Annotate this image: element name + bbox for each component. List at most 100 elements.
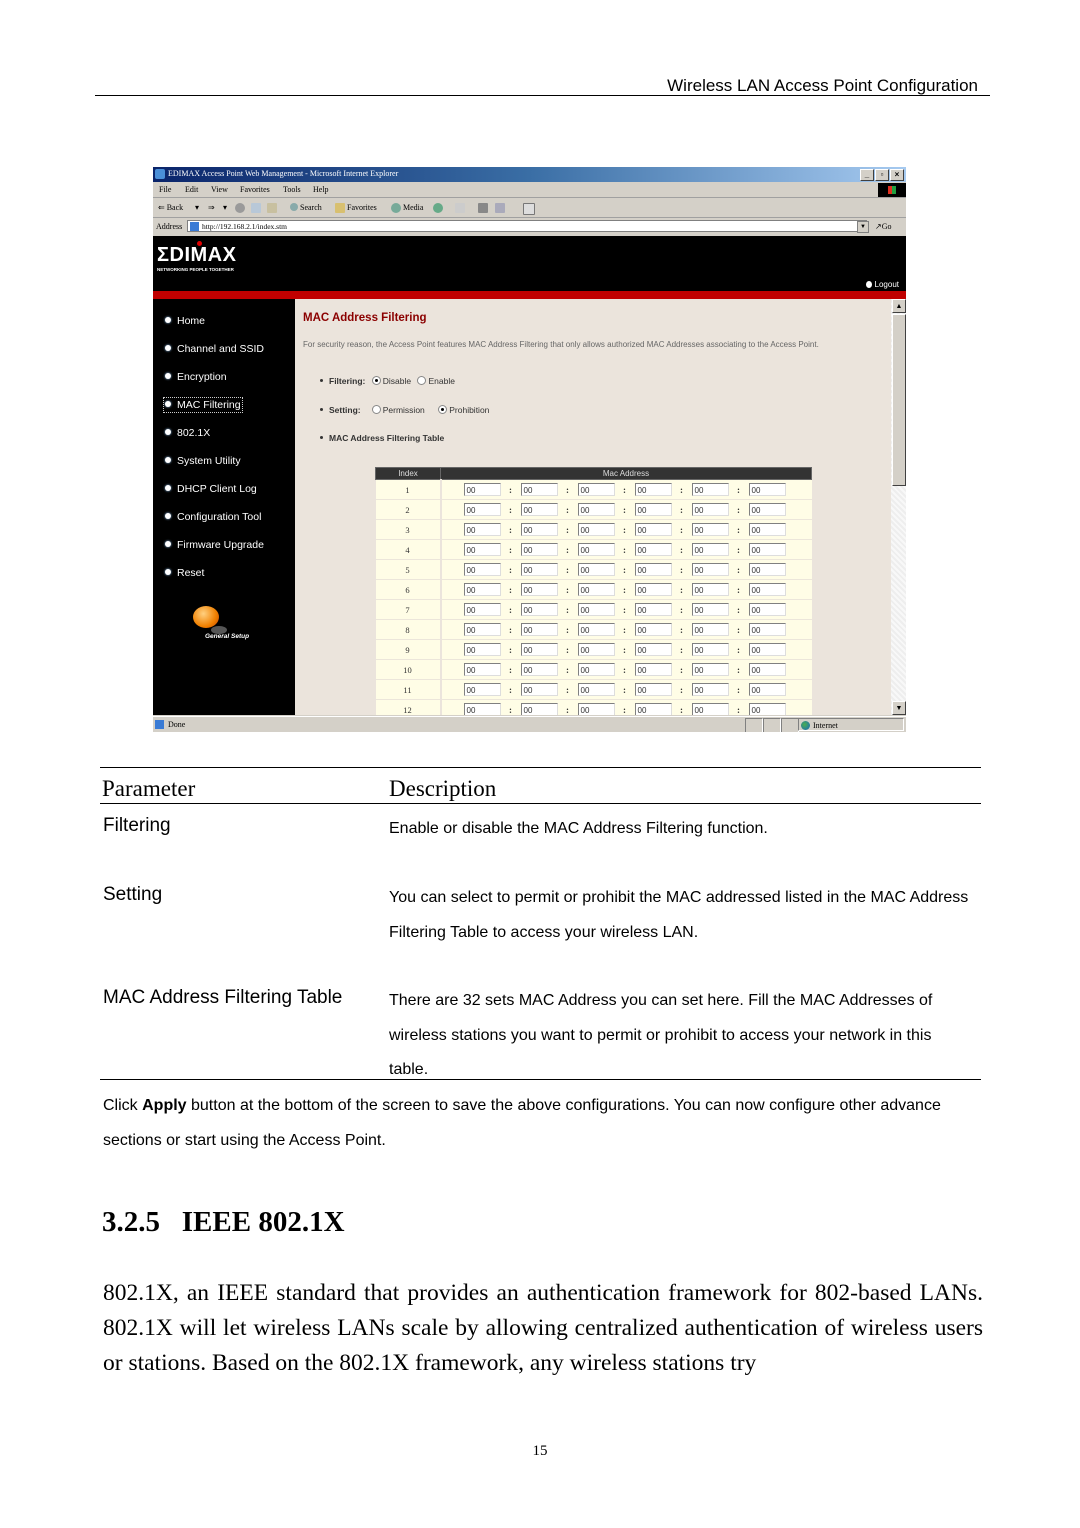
address-dropdown-icon[interactable]: ▼ [857, 221, 869, 233]
home-icon[interactable] [267, 203, 277, 213]
scroll-thumb[interactable] [892, 314, 906, 486]
menu-help[interactable]: Help [313, 185, 329, 194]
filtering-enable-radio[interactable] [417, 376, 427, 385]
nav-system-utility[interactable]: System Utility [165, 455, 241, 467]
scroll-up-button[interactable]: ▲ [892, 299, 906, 313]
back-dropdown[interactable]: ▾ [195, 203, 199, 212]
mac-octet-input[interactable]: 00 [577, 643, 615, 656]
mac-octet-input[interactable]: 00 [634, 543, 672, 556]
mac-octet-input[interactable]: 00 [463, 683, 501, 696]
mac-octet-input[interactable]: 00 [748, 583, 786, 596]
mac-octet-input[interactable]: 00 [463, 543, 501, 556]
mac-octet-input[interactable]: 00 [634, 583, 672, 596]
mac-octet-input[interactable]: 00 [691, 523, 729, 536]
setting-prohibition-radio[interactable] [438, 405, 448, 414]
mac-octet-input[interactable]: 00 [691, 603, 729, 616]
history-icon[interactable] [433, 203, 443, 213]
mac-octet-input[interactable]: 00 [748, 703, 786, 715]
menu-view[interactable]: View [211, 185, 228, 194]
mac-octet-input[interactable]: 00 [520, 703, 558, 715]
nav-configuration-tool[interactable]: Configuration Tool [165, 511, 261, 523]
mac-octet-input[interactable]: 00 [634, 683, 672, 696]
mac-octet-input[interactable]: 00 [691, 663, 729, 676]
mac-octet-input[interactable]: 00 [691, 683, 729, 696]
mac-octet-input[interactable]: 00 [577, 703, 615, 715]
mac-octet-input[interactable]: 00 [691, 543, 729, 556]
back-button[interactable]: ⇐ Back [158, 203, 183, 212]
mac-octet-input[interactable]: 00 [634, 623, 672, 636]
setting-permission-radio[interactable] [371, 405, 381, 414]
mac-octet-input[interactable]: 00 [463, 643, 501, 656]
forward-dropdown[interactable]: ▾ [223, 203, 227, 212]
logout-link[interactable]: Logout [865, 280, 899, 289]
mac-octet-input[interactable]: 00 [577, 563, 615, 576]
mac-octet-input[interactable]: 00 [634, 663, 672, 676]
mac-octet-input[interactable]: 00 [577, 483, 615, 496]
mac-octet-input[interactable]: 00 [748, 663, 786, 676]
mac-octet-input[interactable]: 00 [577, 683, 615, 696]
mac-octet-input[interactable]: 00 [520, 683, 558, 696]
minimize-button[interactable]: _ [860, 169, 874, 181]
search-button[interactable]: Search [300, 203, 322, 212]
mac-octet-input[interactable]: 00 [520, 543, 558, 556]
mac-octet-input[interactable]: 00 [634, 483, 672, 496]
mac-octet-input[interactable]: 00 [634, 523, 672, 536]
mac-octet-input[interactable]: 00 [748, 543, 786, 556]
mac-octet-input[interactable]: 00 [691, 483, 729, 496]
mac-octet-input[interactable]: 00 [748, 563, 786, 576]
mac-octet-input[interactable]: 00 [520, 583, 558, 596]
menu-file[interactable]: File [159, 185, 171, 194]
mac-octet-input[interactable]: 00 [463, 483, 501, 496]
media-button[interactable]: Media [403, 203, 423, 212]
mac-octet-input[interactable]: 00 [634, 563, 672, 576]
go-button[interactable]: ↗Go [875, 222, 891, 231]
mac-octet-input[interactable]: 00 [634, 603, 672, 616]
mac-octet-input[interactable]: 00 [634, 643, 672, 656]
mac-octet-input[interactable]: 00 [748, 603, 786, 616]
nav-8021x[interactable]: 802.1X [165, 427, 210, 439]
print-icon[interactable] [478, 203, 488, 213]
mac-octet-input[interactable]: 00 [520, 483, 558, 496]
nav-reset[interactable]: Reset [165, 567, 204, 579]
refresh-icon[interactable] [251, 203, 261, 213]
nav-mac-filtering[interactable]: MAC Filtering [163, 397, 243, 413]
mac-octet-input[interactable]: 00 [748, 623, 786, 636]
scroll-down-button[interactable]: ▼ [892, 701, 906, 715]
filtering-disable-radio[interactable] [371, 376, 381, 385]
mac-octet-input[interactable]: 00 [463, 523, 501, 536]
mac-octet-input[interactable]: 00 [463, 703, 501, 715]
mac-octet-input[interactable]: 00 [520, 643, 558, 656]
mac-octet-input[interactable]: 00 [520, 523, 558, 536]
mac-octet-input[interactable]: 00 [520, 603, 558, 616]
mac-octet-input[interactable]: 00 [463, 503, 501, 516]
mac-octet-input[interactable]: 00 [691, 563, 729, 576]
nav-channel-ssid[interactable]: Channel and SSID [165, 343, 264, 355]
mac-octet-input[interactable]: 00 [520, 623, 558, 636]
edit-icon[interactable] [495, 203, 505, 213]
menu-edit[interactable]: Edit [185, 185, 198, 194]
mac-octet-input[interactable]: 00 [577, 603, 615, 616]
mail-icon[interactable] [455, 203, 465, 213]
nav-home[interactable]: Home [165, 315, 205, 327]
mac-octet-input[interactable]: 00 [577, 503, 615, 516]
forward-button[interactable]: ⇒ [208, 203, 215, 212]
mac-octet-input[interactable]: 00 [520, 663, 558, 676]
mac-octet-input[interactable]: 00 [577, 623, 615, 636]
maximize-button[interactable]: ▫ [875, 169, 889, 181]
mac-octet-input[interactable]: 00 [520, 503, 558, 516]
mac-octet-input[interactable]: 00 [691, 643, 729, 656]
mac-octet-input[interactable]: 00 [691, 623, 729, 636]
mac-octet-input[interactable]: 00 [691, 583, 729, 596]
mac-octet-input[interactable]: 00 [463, 563, 501, 576]
mac-octet-input[interactable]: 00 [748, 683, 786, 696]
stop-icon[interactable] [235, 203, 245, 213]
mac-octet-input[interactable]: 00 [463, 663, 501, 676]
mac-octet-input[interactable]: 00 [748, 503, 786, 516]
mac-octet-input[interactable]: 00 [577, 663, 615, 676]
mac-octet-input[interactable]: 00 [748, 483, 786, 496]
mac-octet-input[interactable]: 00 [748, 643, 786, 656]
mac-octet-input[interactable]: 00 [577, 543, 615, 556]
mac-octet-input[interactable]: 00 [463, 603, 501, 616]
discuss-icon[interactable] [523, 203, 535, 215]
mac-octet-input[interactable]: 00 [463, 583, 501, 596]
